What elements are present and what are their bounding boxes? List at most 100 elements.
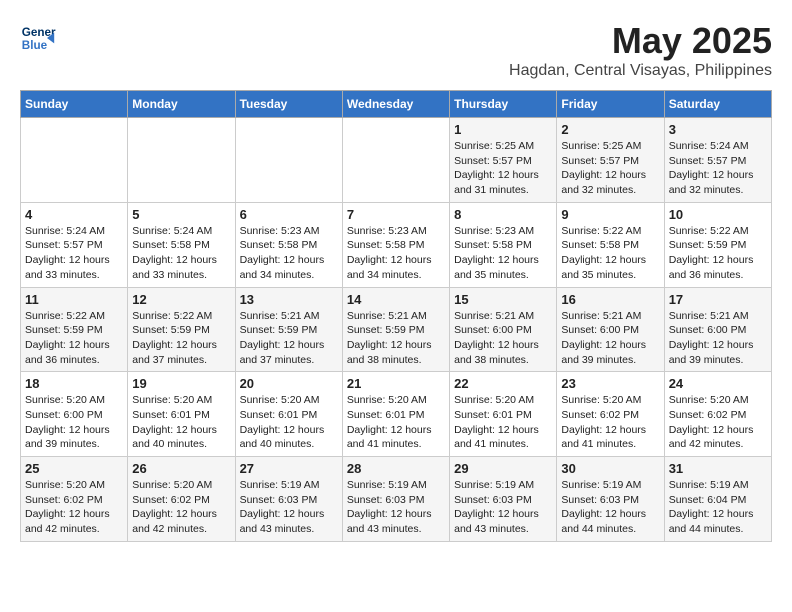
empty-cell: [128, 118, 235, 203]
logo-icon: General Blue: [20, 20, 56, 56]
day-content: Sunrise: 5:20 AM Sunset: 6:00 PM Dayligh…: [25, 393, 123, 452]
day-content: Sunrise: 5:19 AM Sunset: 6:03 PM Dayligh…: [454, 478, 552, 537]
weekday-header-sunday: Sunday: [21, 91, 128, 118]
day-number: 18: [25, 376, 123, 391]
day-number: 7: [347, 207, 445, 222]
day-content: Sunrise: 5:25 AM Sunset: 5:57 PM Dayligh…: [454, 139, 552, 198]
day-number: 4: [25, 207, 123, 222]
day-content: Sunrise: 5:25 AM Sunset: 5:57 PM Dayligh…: [561, 139, 659, 198]
day-content: Sunrise: 5:22 AM Sunset: 5:59 PM Dayligh…: [25, 309, 123, 368]
day-number: 28: [347, 461, 445, 476]
calendar-day-cell: 16Sunrise: 5:21 AM Sunset: 6:00 PM Dayli…: [557, 287, 664, 372]
main-title: May 2025: [509, 20, 772, 62]
day-number: 23: [561, 376, 659, 391]
calendar-day-cell: 10Sunrise: 5:22 AM Sunset: 5:59 PM Dayli…: [664, 202, 771, 287]
day-content: Sunrise: 5:24 AM Sunset: 5:57 PM Dayligh…: [669, 139, 767, 198]
day-number: 27: [240, 461, 338, 476]
day-number: 20: [240, 376, 338, 391]
day-number: 13: [240, 292, 338, 307]
day-content: Sunrise: 5:20 AM Sunset: 6:02 PM Dayligh…: [25, 478, 123, 537]
day-content: Sunrise: 5:20 AM Sunset: 6:01 PM Dayligh…: [454, 393, 552, 452]
calendar-day-cell: 8 Sunrise: 5:23 AM Sunset: 5:58 PM Daylig…: [450, 202, 557, 287]
day-content: Sunrise: 5:20 AM Sunset: 6:02 PM Dayligh…: [669, 393, 767, 452]
calendar-day-cell: 7Sunrise: 5:23 AM Sunset: 5:58 PM Daylig…: [342, 202, 449, 287]
calendar-day-cell: 24 Sunrise: 5:20 AM Sunset: 6:02 PM Dayli…: [664, 372, 771, 457]
day-number: 17: [669, 292, 767, 307]
day-number: 24: [669, 376, 767, 391]
calendar-day-cell: 25 Sunrise: 5:20 AM Sunset: 6:02 PM Dayli…: [21, 457, 128, 542]
empty-cell: [342, 118, 449, 203]
day-number: 29: [454, 461, 552, 476]
day-number: 26: [132, 461, 230, 476]
calendar-day-cell: 14Sunrise: 5:21 AM Sunset: 5:59 PM Dayli…: [342, 287, 449, 372]
day-number: 22: [454, 376, 552, 391]
calendar-week-row: 18 Sunrise: 5:20 AM Sunset: 6:00 PM Dayli…: [21, 372, 772, 457]
calendar-day-cell: 15Sunrise: 5:21 AM Sunset: 6:00 PM Dayli…: [450, 287, 557, 372]
day-content: Sunrise: 5:20 AM Sunset: 6:02 PM Dayligh…: [132, 478, 230, 537]
day-content: Sunrise: 5:23 AM Sunset: 5:58 PM Dayligh…: [240, 224, 338, 283]
calendar-day-cell: 6Sunrise: 5:23 AM Sunset: 5:58 PM Daylig…: [235, 202, 342, 287]
calendar-day-cell: 13 Sunrise: 5:21 AM Sunset: 5:59 PM Dayli…: [235, 287, 342, 372]
calendar-week-row: 1 Sunrise: 5:25 AM Sunset: 5:57 PM Daylig…: [21, 118, 772, 203]
day-number: 10: [669, 207, 767, 222]
calendar-day-cell: 12 Sunrise: 5:22 AM Sunset: 5:59 PM Dayli…: [128, 287, 235, 372]
day-content: Sunrise: 5:20 AM Sunset: 6:01 PM Dayligh…: [347, 393, 445, 452]
day-content: Sunrise: 5:20 AM Sunset: 6:01 PM Dayligh…: [240, 393, 338, 452]
calendar-day-cell: 21Sunrise: 5:20 AM Sunset: 6:01 PM Dayli…: [342, 372, 449, 457]
calendar-table: SundayMondayTuesdayWednesdayThursdayFrid…: [20, 90, 772, 542]
calendar-day-cell: 9 Sunrise: 5:22 AM Sunset: 5:58 PM Daylig…: [557, 202, 664, 287]
day-number: 14: [347, 292, 445, 307]
page-header: General Blue May 2025 Hagdan, Central Vi…: [20, 20, 772, 80]
day-content: Sunrise: 5:20 AM Sunset: 6:01 PM Dayligh…: [132, 393, 230, 452]
day-content: Sunrise: 5:21 AM Sunset: 5:59 PM Dayligh…: [240, 309, 338, 368]
day-content: Sunrise: 5:21 AM Sunset: 6:00 PM Dayligh…: [669, 309, 767, 368]
day-number: 25: [25, 461, 123, 476]
calendar-day-cell: 1 Sunrise: 5:25 AM Sunset: 5:57 PM Daylig…: [450, 118, 557, 203]
day-content: Sunrise: 5:22 AM Sunset: 5:58 PM Dayligh…: [561, 224, 659, 283]
day-number: 11: [25, 292, 123, 307]
day-content: Sunrise: 5:22 AM Sunset: 5:59 PM Dayligh…: [132, 309, 230, 368]
calendar-day-cell: 23 Sunrise: 5:20 AM Sunset: 6:02 PM Dayli…: [557, 372, 664, 457]
weekday-header-monday: Monday: [128, 91, 235, 118]
day-content: Sunrise: 5:24 AM Sunset: 5:58 PM Dayligh…: [132, 224, 230, 283]
calendar-day-cell: 29 Sunrise: 5:19 AM Sunset: 6:03 PM Dayli…: [450, 457, 557, 542]
day-content: Sunrise: 5:20 AM Sunset: 6:02 PM Dayligh…: [561, 393, 659, 452]
day-number: 5: [132, 207, 230, 222]
calendar-day-cell: 17 Sunrise: 5:21 AM Sunset: 6:00 PM Dayli…: [664, 287, 771, 372]
calendar-day-cell: 5 Sunrise: 5:24 AM Sunset: 5:58 PM Daylig…: [128, 202, 235, 287]
day-number: 12: [132, 292, 230, 307]
day-number: 9: [561, 207, 659, 222]
calendar-week-row: 11 Sunrise: 5:22 AM Sunset: 5:59 PM Dayli…: [21, 287, 772, 372]
day-number: 19: [132, 376, 230, 391]
title-area: May 2025 Hagdan, Central Visayas, Philip…: [509, 20, 772, 80]
empty-cell: [21, 118, 128, 203]
day-content: Sunrise: 5:24 AM Sunset: 5:57 PM Dayligh…: [25, 224, 123, 283]
weekday-header-friday: Friday: [557, 91, 664, 118]
subtitle: Hagdan, Central Visayas, Philippines: [509, 62, 772, 80]
day-content: Sunrise: 5:19 AM Sunset: 6:03 PM Dayligh…: [347, 478, 445, 537]
day-content: Sunrise: 5:23 AM Sunset: 5:58 PM Dayligh…: [454, 224, 552, 283]
weekday-header-saturday: Saturday: [664, 91, 771, 118]
day-number: 31: [669, 461, 767, 476]
calendar-day-cell: 30Sunrise: 5:19 AM Sunset: 6:03 PM Dayli…: [557, 457, 664, 542]
calendar-day-cell: 31 Sunrise: 5:19 AM Sunset: 6:04 PM Dayli…: [664, 457, 771, 542]
calendar-day-cell: 22 Sunrise: 5:20 AM Sunset: 6:01 PM Dayli…: [450, 372, 557, 457]
weekday-header-row: SundayMondayTuesdayWednesdayThursdayFrid…: [21, 91, 772, 118]
calendar-day-cell: 3Sunrise: 5:24 AM Sunset: 5:57 PM Daylig…: [664, 118, 771, 203]
day-content: Sunrise: 5:21 AM Sunset: 6:00 PM Dayligh…: [454, 309, 552, 368]
day-number: 2: [561, 122, 659, 137]
calendar-day-cell: 2 Sunrise: 5:25 AM Sunset: 5:57 PM Daylig…: [557, 118, 664, 203]
calendar-day-cell: 19 Sunrise: 5:20 AM Sunset: 6:01 PM Dayli…: [128, 372, 235, 457]
calendar-day-cell: 18 Sunrise: 5:20 AM Sunset: 6:00 PM Dayli…: [21, 372, 128, 457]
day-number: 1: [454, 122, 552, 137]
empty-cell: [235, 118, 342, 203]
day-content: Sunrise: 5:19 AM Sunset: 6:04 PM Dayligh…: [669, 478, 767, 537]
day-number: 16: [561, 292, 659, 307]
day-content: Sunrise: 5:19 AM Sunset: 6:03 PM Dayligh…: [240, 478, 338, 537]
day-number: 8: [454, 207, 552, 222]
calendar-week-row: 25 Sunrise: 5:20 AM Sunset: 6:02 PM Dayli…: [21, 457, 772, 542]
weekday-header-tuesday: Tuesday: [235, 91, 342, 118]
svg-text:Blue: Blue: [22, 39, 48, 52]
calendar-day-cell: 11 Sunrise: 5:22 AM Sunset: 5:59 PM Dayli…: [21, 287, 128, 372]
calendar-day-cell: 28 Sunrise: 5:19 AM Sunset: 6:03 PM Dayli…: [342, 457, 449, 542]
